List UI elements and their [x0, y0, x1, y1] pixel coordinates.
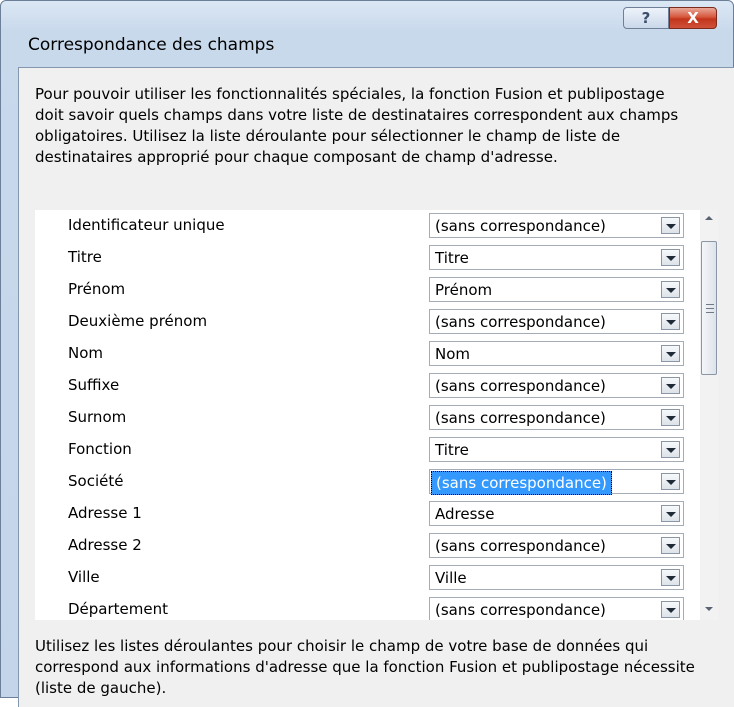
- dropdown-arrow-icon[interactable]: [661, 281, 680, 298]
- field-mapping-row: Ville Ville: [35, 562, 695, 594]
- dropdown-selected-value: (sans correspondance): [431, 471, 612, 495]
- grip-icon: [706, 304, 714, 313]
- dropdown-selected-value: Ville: [435, 569, 467, 587]
- dropdown-arrow-icon[interactable]: [661, 249, 680, 266]
- help-icon: ?: [641, 9, 651, 27]
- field-mapping-dropdown[interactable]: Ville: [429, 565, 684, 590]
- field-label: Adresse 1: [68, 504, 142, 522]
- dropdown-arrow-icon[interactable]: [661, 505, 680, 522]
- dropdown-arrow-icon[interactable]: [661, 409, 680, 426]
- field-label: Ville: [68, 568, 100, 586]
- dropdown-arrow-icon[interactable]: [661, 537, 680, 554]
- field-mapping-dropdown[interactable]: (sans correspondance): [429, 373, 684, 398]
- dropdown-selected-value: (sans correspondance): [435, 601, 606, 619]
- dropdown-selected-value: (sans correspondance): [435, 217, 606, 235]
- field-mapping-row: Adresse 1 Adresse: [35, 498, 695, 530]
- field-label: Suffixe: [68, 376, 120, 394]
- dropdown-arrow-icon[interactable]: [661, 345, 680, 362]
- field-mapping-dropdown[interactable]: Nom: [429, 341, 684, 366]
- field-label: Prénom: [68, 280, 126, 298]
- dropdown-selected-value: Nom: [435, 345, 471, 363]
- field-label: Identificateur unique: [68, 216, 225, 234]
- field-mapping-dropdown[interactable]: Adresse: [429, 501, 684, 526]
- scrollbar-thumb[interactable]: [701, 241, 717, 375]
- dialog-window: Correspondance des champs ? X Pour pouvo…: [0, 0, 734, 707]
- dropdown-arrow-icon[interactable]: [661, 601, 680, 618]
- dropdown-selected-value: (sans correspondance): [435, 537, 606, 555]
- field-mapping-dropdown[interactable]: Prénom: [429, 277, 684, 302]
- field-mapping-row: Suffixe (sans correspondance): [35, 370, 695, 402]
- dropdown-arrow-icon[interactable]: [661, 473, 680, 490]
- field-mapping-dropdown[interactable]: (sans correspondance): [429, 597, 684, 620]
- intro-text: Pour pouvoir utiliser les fonctionnalité…: [35, 85, 679, 166]
- field-mapping-dropdown[interactable]: Titre: [429, 245, 684, 270]
- dropdown-selected-value: Titre: [435, 441, 469, 459]
- field-mapping-row: Titre Titre: [35, 242, 695, 274]
- dropdown-arrow-icon[interactable]: [661, 377, 680, 394]
- dropdown-selected-value: (sans correspondance): [435, 313, 606, 331]
- dialog-body: Pour pouvoir utiliser les fonctionnalité…: [18, 67, 734, 707]
- field-mapping-row: Prénom Prénom: [35, 274, 695, 306]
- field-mapping-row: Surnom (sans correspondance): [35, 402, 695, 434]
- field-mapping-row: Fonction Titre: [35, 434, 695, 466]
- scroll-up-icon[interactable]: [700, 210, 718, 227]
- field-mapping-row: Identificateur unique (sans correspondanc…: [35, 210, 695, 242]
- dropdown-selected-value: (sans correspondance): [435, 409, 606, 427]
- field-label: Titre: [68, 248, 102, 266]
- footer-hint-text: Utilisez les listes déroulantes pour cho…: [35, 637, 695, 697]
- dropdown-arrow-icon[interactable]: [661, 441, 680, 458]
- dropdown-arrow-icon[interactable]: [661, 313, 680, 330]
- field-label: Adresse 2: [68, 536, 142, 554]
- scroll-down-icon[interactable]: [700, 600, 718, 617]
- field-mapping-row: Adresse 2 (sans correspondance): [35, 530, 695, 562]
- field-mapping-row: Deuxième prénom (sans correspondance): [35, 306, 695, 338]
- field-mapping-list: Identificateur unique (sans correspondanc…: [35, 210, 718, 620]
- close-button[interactable]: X: [669, 7, 717, 29]
- dropdown-selected-value: Prénom: [435, 281, 493, 299]
- dropdown-arrow-icon[interactable]: [661, 569, 680, 586]
- field-mapping-dropdown[interactable]: (sans correspondance): [429, 405, 684, 430]
- title-bar[interactable]: Correspondance des champs ? X: [1, 1, 733, 55]
- field-mapping-dropdown[interactable]: (sans correspondance): [429, 469, 684, 495]
- dropdown-arrow-icon[interactable]: [661, 217, 680, 234]
- field-label: Surnom: [68, 408, 127, 426]
- field-mapping-row: Département (sans correspondance): [35, 594, 695, 620]
- dialog-title: Correspondance des champs: [28, 35, 275, 55]
- field-label: Société: [68, 472, 124, 490]
- field-label: Deuxième prénom: [68, 312, 208, 330]
- field-label: Fonction: [68, 440, 132, 458]
- field-mapping-dropdown[interactable]: (sans correspondance): [429, 309, 684, 334]
- field-label: Département: [68, 600, 168, 618]
- close-icon: X: [687, 9, 699, 27]
- vertical-scrollbar[interactable]: [700, 210, 718, 620]
- dropdown-selected-value: Adresse: [435, 505, 495, 523]
- field-label: Nom: [68, 344, 104, 362]
- field-mapping-dropdown[interactable]: (sans correspondance): [429, 213, 684, 238]
- field-mapping-dropdown[interactable]: Titre: [429, 437, 684, 462]
- field-mapping-row: Nom Nom: [35, 338, 695, 370]
- field-mapping-row: Société (sans correspondance): [35, 466, 695, 498]
- field-mapping-dropdown[interactable]: (sans correspondance): [429, 533, 684, 558]
- dropdown-selected-value: (sans correspondance): [435, 377, 606, 395]
- help-button[interactable]: ?: [623, 7, 669, 29]
- dropdown-selected-value: Titre: [435, 249, 469, 267]
